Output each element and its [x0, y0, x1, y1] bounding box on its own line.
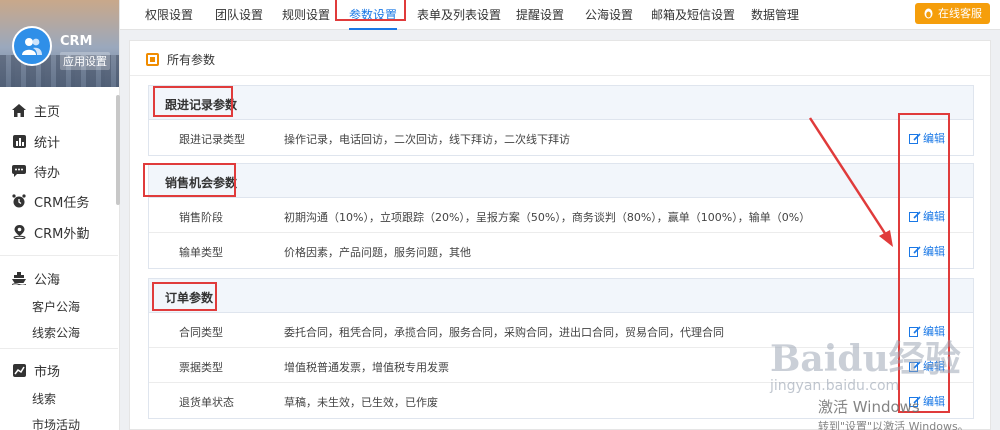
app-header: CRM 应用设置 [0, 0, 119, 87]
tab-team-settings[interactable]: 团队设置 [215, 0, 263, 30]
edit-button[interactable]: 编辑 [909, 243, 945, 259]
avatar[interactable] [12, 26, 52, 66]
sidebar-divider [0, 255, 118, 256]
panel-title: 所有参数 [146, 51, 215, 68]
sidebar-subitem-leads[interactable]: 线索 [32, 389, 56, 409]
settings-tab-bar: 权限设置 团队设置 规则设置 参数设置 表单及列表设置 提醒设置 公海设置 邮箱… [120, 0, 1000, 30]
ship-icon [11, 270, 27, 286]
sidebar-subitem-customer-pool[interactable]: 客户公海 [32, 297, 80, 317]
edit-icon [909, 132, 921, 144]
tab-email-sms-settings[interactable]: 邮箱及短信设置 [651, 0, 735, 30]
sidebar-item-label: 主页 [34, 104, 61, 120]
tab-data-management[interactable]: 数据管理 [751, 0, 799, 30]
sidebar-item-crm-field[interactable]: CRM外勤 [0, 220, 118, 244]
sidebar-item-crm-task[interactable]: CRM任务 [0, 189, 118, 213]
sidebar-item-label: CRM任务 [34, 195, 90, 211]
param-label: 退货单状态 [179, 396, 234, 409]
penguin-icon [924, 8, 933, 19]
param-row: 票据类型 增值税普通发票，增值税专用发票 编辑 [149, 348, 973, 383]
sidebar-item-home[interactable]: 主页 [0, 98, 118, 122]
sidebar-group-public-pool[interactable]: 公海 [0, 266, 118, 290]
section-title: 销售机会参数 [165, 176, 238, 190]
param-value: 初期沟通（10%），立项跟踪（20%），呈报方案（50%），商务谈判（80%），… [284, 211, 811, 224]
edit-button[interactable]: 编辑 [909, 130, 945, 146]
edit-icon [909, 245, 921, 257]
edit-button[interactable]: 编辑 [909, 323, 945, 339]
edit-icon [909, 210, 921, 222]
edit-label: 编辑 [923, 245, 945, 258]
section-header: 订单参数 [149, 279, 973, 313]
sidebar-item-label: 统计 [34, 135, 61, 151]
param-row: 跟进记录类型 操作记录，电话回访，二次回访，线下拜访，二次线下拜访 编辑 [149, 120, 973, 155]
tab-reminder-settings[interactable]: 提醒设置 [516, 0, 564, 30]
sidebar-subitem-lead-pool[interactable]: 线索公海 [32, 323, 80, 343]
section-title: 订单参数 [165, 291, 214, 305]
sidebar-item-label: 待办 [34, 165, 61, 181]
param-row: 销售阶段 初期沟通（10%），立项跟踪（20%），呈报方案（50%），商务谈判（… [149, 198, 973, 233]
sidebar: CRM 应用设置 主页 统计 待办 CRM任务 CRM外勤 公海 客户公海 线索… [0, 0, 120, 430]
section-header: 跟进记录参数 [149, 86, 973, 120]
trend-chart-icon [11, 362, 27, 378]
section-title: 跟进记录参数 [165, 98, 238, 112]
sidebar-divider [0, 348, 118, 349]
tab-parameter-settings[interactable]: 参数设置 [349, 0, 398, 30]
param-value: 操作记录，电话回访，二次回访，线下拜访，二次线下拜访 [284, 133, 570, 146]
sidebar-item-label: 市场 [34, 364, 61, 380]
sidebar-scrollbar[interactable] [116, 95, 120, 205]
tab-rule-settings[interactable]: 规则设置 [282, 0, 330, 30]
edit-button[interactable]: 编辑 [909, 358, 945, 374]
edit-label: 编辑 [923, 210, 945, 223]
param-label: 合同类型 [179, 326, 223, 339]
app-subtitle: 应用设置 [60, 52, 110, 70]
panel-divider [130, 75, 990, 76]
param-label: 跟进记录类型 [179, 133, 245, 146]
edit-icon [909, 325, 921, 337]
tab-public-pool-settings[interactable]: 公海设置 [585, 0, 633, 30]
sidebar-item-label: CRM外勤 [34, 226, 90, 242]
sidebar-group-market[interactable]: 市场 [0, 358, 118, 382]
home-icon [11, 102, 27, 118]
tab-permission-settings[interactable]: 权限设置 [145, 0, 193, 30]
users-icon [22, 38, 42, 55]
sidebar-item-todo[interactable]: 待办 [0, 159, 118, 183]
edit-label: 编辑 [923, 325, 945, 338]
location-pin-icon [11, 224, 27, 240]
parameter-panel: 所有参数 跟进记录参数 跟进记录类型 操作记录，电话回访，二次回访，线下拜访，二… [129, 40, 991, 430]
section-follow-up-params: 跟进记录参数 跟进记录类型 操作记录，电话回访，二次回访，线下拜访，二次线下拜访… [148, 85, 974, 156]
section-sales-opportunity-params: 销售机会参数 销售阶段 初期沟通（10%），立项跟踪（20%），呈报方案（50%… [148, 163, 974, 269]
app-name: CRM [60, 34, 93, 49]
param-row: 合同类型 委托合同，租凭合同，承揽合同，服务合同，采购合同，进出口合同，贸易合同… [149, 313, 973, 348]
tab-form-list-settings[interactable]: 表单及列表设置 [417, 0, 501, 30]
online-service-label: 在线客服 [938, 7, 982, 20]
bar-chart-icon [11, 133, 27, 149]
section-header: 销售机会参数 [149, 164, 973, 198]
sidebar-item-label: 公海 [34, 272, 61, 288]
windows-activation-notice: 激活 Windows 转到"设置"以激活 Windows。 [818, 396, 969, 430]
param-row: 输单类型 价格因素，产品问题，服务问题，其他 编辑 [149, 233, 973, 268]
param-value: 草稿，未生效，已生效，已作废 [284, 396, 438, 409]
param-label: 票据类型 [179, 361, 223, 374]
alarm-clock-icon [11, 193, 27, 209]
param-label: 销售阶段 [179, 211, 223, 224]
param-label: 输单类型 [179, 246, 223, 259]
online-service-button[interactable]: 在线客服 [915, 3, 990, 24]
sidebar-subitem-campaigns[interactable]: 市场活动 [32, 415, 80, 430]
sidebar-item-stats[interactable]: 统计 [0, 129, 118, 153]
param-value: 委托合同，租凭合同，承揽合同，服务合同，采购合同，进出口合同，贸易合同，代理合同 [284, 326, 724, 339]
chat-icon [11, 163, 27, 179]
edit-label: 编辑 [923, 132, 945, 145]
edit-label: 编辑 [923, 360, 945, 373]
edit-button[interactable]: 编辑 [909, 208, 945, 224]
param-value: 增值税普通发票，增值税专用发票 [284, 361, 449, 374]
activation-hint: 转到"设置"以激活 Windows。 [818, 420, 969, 430]
settings-box-icon [146, 53, 159, 66]
param-value: 价格因素，产品问题，服务问题，其他 [284, 246, 471, 259]
edit-icon [909, 360, 921, 372]
panel-title-text: 所有参数 [167, 53, 216, 67]
activation-title: 激活 Windows [818, 398, 920, 416]
